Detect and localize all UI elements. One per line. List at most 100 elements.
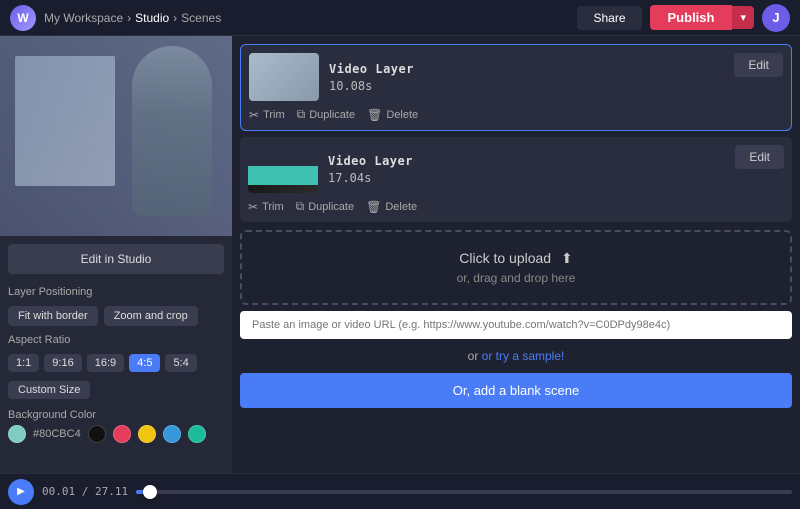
video-thumb-stripe [248, 166, 318, 185]
upload-subtitle: or, drag and drop here [260, 271, 772, 285]
window-decoration [15, 56, 115, 186]
url-input[interactable] [240, 311, 792, 339]
video-layer-card-1: Video Layer 10.08s Edit ✂ Trim ⧉ Duplica… [240, 44, 792, 131]
video-card-top-2: Video Layer 17.04s Edit [248, 145, 784, 193]
trim-action-1[interactable]: ✂ Trim [249, 108, 285, 122]
preview-area [0, 36, 232, 236]
video-thumb-2 [248, 145, 318, 193]
duplicate-icon-2: ⧉ [296, 199, 305, 214]
bg-color-row: #80CBC4 [8, 425, 224, 443]
duplicate-label-2: Duplicate [308, 201, 354, 213]
video-title-2: Video Layer [328, 154, 725, 168]
duplicate-label-1: Duplicate [309, 109, 355, 121]
video-card-top-1: Video Layer 10.08s Edit [249, 53, 783, 101]
bg-color-hex: #80CBC4 [33, 428, 81, 440]
preview-image [0, 36, 232, 236]
click-to-upload-label: Click to upload [459, 250, 551, 266]
logo-letter: W [17, 11, 28, 25]
publish-button[interactable]: Publish [650, 5, 733, 30]
ratio-4-5[interactable]: 4:5 [129, 354, 160, 372]
zoom-and-crop-button[interactable]: Zoom and crop [104, 306, 198, 326]
publish-group: Publish ▾ [650, 5, 754, 30]
delete-icon-2: 🗑 [366, 200, 381, 214]
or-sample: or or try a sample! [240, 345, 792, 367]
video-thumb-image-1 [249, 53, 319, 101]
color-swatch-blue[interactable] [163, 425, 181, 443]
edit-in-studio-button[interactable]: Edit in Studio [8, 244, 224, 274]
trim-action-2[interactable]: ✂ Trim [248, 200, 284, 214]
trim-icon-2: ✂ [248, 200, 258, 214]
color-swatch-teal[interactable] [8, 425, 26, 443]
ratio-16-9[interactable]: 16:9 [87, 354, 124, 372]
color-swatch-yellow[interactable] [138, 425, 156, 443]
timeline-bar: ▶ 00.01 / 27.11 [0, 473, 800, 509]
trim-label-2: Trim [262, 201, 284, 213]
color-swatch-black[interactable] [88, 425, 106, 443]
main-content: Edit in Studio Layer Positioning Fit wit… [0, 36, 800, 473]
video-layer-card-2: Video Layer 17.04s Edit ✂ Trim ⧉ Duplica… [240, 137, 792, 222]
fit-with-border-button[interactable]: Fit with border [8, 306, 98, 326]
ratio-5-4[interactable]: 5:4 [165, 354, 196, 372]
try-sample-link[interactable]: or try a sample! [482, 349, 565, 363]
video-title-1: Video Layer [329, 62, 724, 76]
breadcrumb-workspace[interactable]: My Workspace [44, 11, 123, 25]
video-actions-2: ✂ Trim ⧉ Duplicate 🗑 Delete [248, 199, 784, 214]
duplicate-action-2[interactable]: ⧉ Duplicate [296, 199, 354, 214]
video-info-2: Video Layer 17.04s [328, 154, 725, 185]
time-separator: / [82, 485, 95, 498]
current-time: 00.01 / 27.11 [42, 485, 128, 498]
duplicate-icon-1: ⧉ [297, 107, 306, 122]
ratio-1-1[interactable]: 1:1 [8, 354, 39, 372]
delete-action-2[interactable]: 🗑 Delete [366, 200, 417, 214]
right-panel: Video Layer 10.08s Edit ✂ Trim ⧉ Duplica… [232, 36, 800, 473]
delete-label-1: Delete [386, 109, 418, 121]
topbar-left: W My Workspace › Studio › Scenes [10, 5, 221, 31]
edit-button-1[interactable]: Edit [734, 53, 783, 77]
play-button[interactable]: ▶ [8, 479, 34, 505]
delete-label-2: Delete [385, 201, 417, 213]
custom-size-button[interactable]: Custom Size [8, 381, 90, 399]
delete-icon-1: 🗑 [367, 108, 382, 122]
video-thumb-image-2 [248, 166, 318, 193]
video-info-1: Video Layer 10.08s [329, 62, 724, 93]
avatar-letter: J [772, 10, 779, 25]
trim-label-1: Trim [263, 109, 285, 121]
timeline-thumb[interactable] [143, 485, 157, 499]
video-duration-2: 17.04s [328, 171, 725, 185]
video-duration-1: 10.08s [329, 79, 724, 93]
person-silhouette [132, 46, 212, 216]
breadcrumb-sep1: › [127, 11, 131, 25]
color-swatch-cyan[interactable] [188, 425, 206, 443]
upload-title: Click to upload ⬆ [260, 250, 772, 267]
edit-button-2[interactable]: Edit [735, 145, 784, 169]
aspect-ratio-label: Aspect Ratio [0, 330, 232, 350]
breadcrumb: My Workspace › Studio › Scenes [44, 11, 221, 25]
duplicate-action-1[interactable]: ⧉ Duplicate [297, 107, 355, 122]
publish-dropdown-button[interactable]: ▾ [732, 6, 754, 29]
time-total: 27.11 [95, 485, 128, 498]
timeline-track[interactable] [136, 490, 792, 494]
aspect-ratio-controls: 1:1 9:16 16:9 4:5 5:4 [0, 350, 232, 376]
layer-positioning-label: Layer Positioning [0, 282, 232, 302]
color-swatch-red[interactable] [113, 425, 131, 443]
background-color-section: Background Color #80CBC4 [0, 403, 232, 449]
breadcrumb-scenes[interactable]: Scenes [181, 11, 221, 25]
logo: W [10, 5, 36, 31]
breadcrumb-studio[interactable]: Studio [135, 11, 169, 25]
layer-positioning-controls: Fit with border Zoom and crop [0, 302, 232, 330]
add-blank-scene-button[interactable]: Or, add a blank scene [240, 373, 792, 408]
left-panel: Edit in Studio Layer Positioning Fit wit… [0, 36, 232, 473]
bg-color-label: Background Color [8, 409, 224, 421]
topbar-right: Share Publish ▾ J [577, 4, 790, 32]
upload-icon: ⬆ [561, 250, 573, 267]
delete-action-1[interactable]: 🗑 Delete [367, 108, 418, 122]
topbar: W My Workspace › Studio › Scenes Share P… [0, 0, 800, 36]
trim-icon-1: ✂ [249, 108, 259, 122]
share-button[interactable]: Share [577, 6, 641, 30]
upload-area[interactable]: Click to upload ⬆ or, drag and drop here [240, 230, 792, 305]
video-thumb-1 [249, 53, 319, 101]
time-current: 00.01 [42, 485, 75, 498]
video-actions-1: ✂ Trim ⧉ Duplicate 🗑 Delete [249, 107, 783, 122]
avatar[interactable]: J [762, 4, 790, 32]
ratio-9-16[interactable]: 9:16 [44, 354, 81, 372]
